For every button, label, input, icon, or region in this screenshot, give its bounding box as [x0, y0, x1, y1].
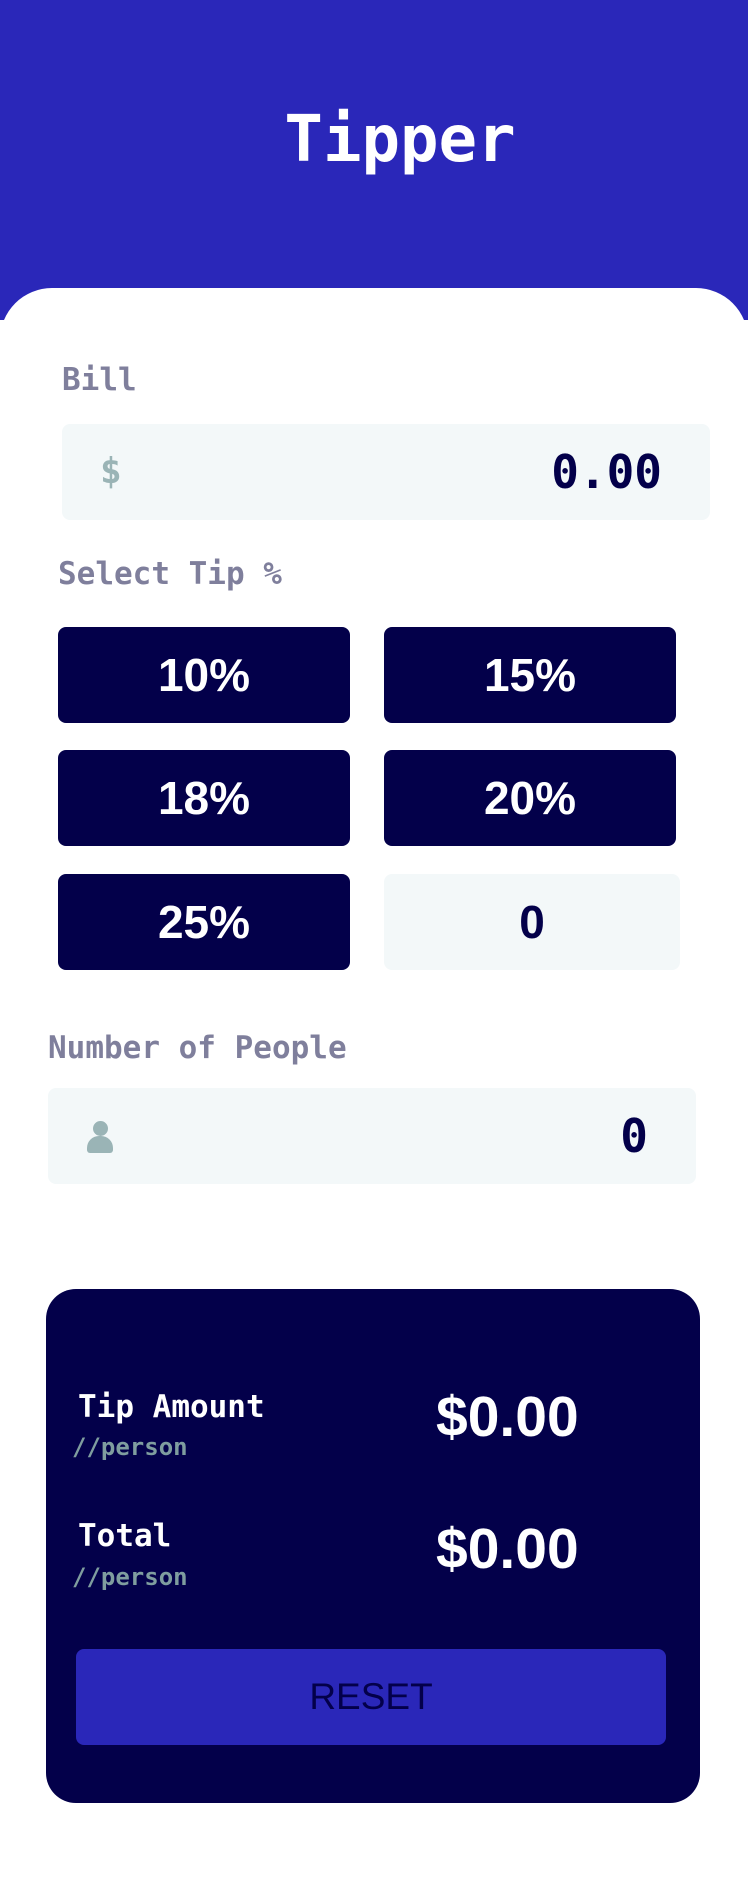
person-icon: [87, 1121, 113, 1153]
people-input-value: 0: [620, 1109, 648, 1163]
bill-label: Bill: [62, 362, 137, 398]
total-label: Total: [78, 1518, 172, 1554]
dollar-icon: $: [100, 451, 122, 492]
tip-10-button[interactable]: 10%: [58, 627, 350, 723]
select-tip-label: Select Tip %: [58, 556, 282, 592]
tip-amount-sub: //person: [72, 1433, 188, 1461]
tip-15-button[interactable]: 15%: [384, 627, 676, 723]
bill-input[interactable]: $ 0.00: [62, 424, 710, 520]
tip-amount-value: $0.00: [436, 1385, 579, 1449]
total-sub: //person: [72, 1563, 188, 1591]
people-label: Number of People: [48, 1030, 347, 1066]
tip-25-button[interactable]: 25%: [58, 874, 350, 970]
results-panel: Tip Amount //person $0.00 Total //person…: [46, 1289, 700, 1803]
tip-amount-label: Tip Amount: [78, 1389, 265, 1425]
tip-18-button[interactable]: 18%: [58, 750, 350, 846]
header: Tipper: [0, 0, 748, 320]
reset-button[interactable]: RESET: [76, 1649, 666, 1745]
custom-tip-input[interactable]: 0: [384, 874, 680, 970]
tip-20-button[interactable]: 20%: [384, 750, 676, 846]
app-title: Tipper: [284, 103, 516, 177]
people-input[interactable]: 0: [48, 1088, 696, 1184]
total-value: $0.00: [436, 1517, 579, 1581]
bill-input-value: 0.00: [551, 445, 662, 499]
